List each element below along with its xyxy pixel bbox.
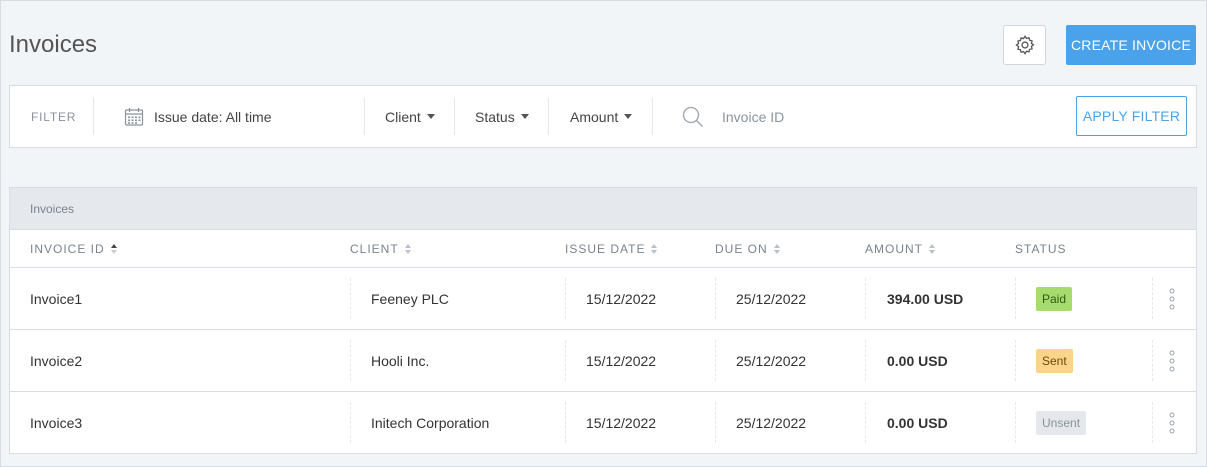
issue-date-cell: 15/12/2022 <box>586 352 657 369</box>
client-cell: Feeney PLC <box>371 290 449 307</box>
divider <box>565 278 566 319</box>
sort-icon <box>929 244 935 254</box>
sort-icon <box>773 244 780 254</box>
due-on-cell: 25/12/2022 <box>736 352 807 369</box>
divider <box>715 278 716 319</box>
status-badge: Unsent <box>1036 410 1087 435</box>
caret-down-icon <box>624 114 633 119</box>
page-header: Invoices CREATE INVOICE <box>9 23 1196 67</box>
invoices-table: Invoices INVOICE ID CLIENT ISSUE DATE DU… <box>9 187 1197 454</box>
status-dropdown-label: Status <box>475 108 515 125</box>
table-body: Invoice1 Feeney PLC 15/12/2022 25/12/202… <box>10 268 1196 454</box>
status-badge: Paid <box>1036 286 1073 311</box>
more-vertical-icon <box>1169 412 1175 433</box>
amount-dropdown-label: Amount <box>570 108 619 125</box>
more-vertical-icon <box>1169 350 1175 371</box>
calendar-icon <box>124 107 144 126</box>
table-row[interactable]: Invoice1 Feeney PLC 15/12/2022 25/12/202… <box>10 268 1196 330</box>
divider <box>865 340 866 381</box>
column-header-due-on[interactable]: DUE ON <box>715 230 780 268</box>
divider <box>565 340 566 381</box>
status-cell: Paid <box>1036 268 1073 329</box>
amount-cell: 0.00 USD <box>887 414 948 431</box>
column-header-issue-date[interactable]: ISSUE DATE <box>565 230 658 268</box>
divider <box>715 340 716 381</box>
row-menu-button[interactable] <box>1168 392 1176 453</box>
gear-icon <box>1014 35 1035 55</box>
divider <box>1152 402 1153 443</box>
amount-cell: 394.00 USD <box>887 290 964 307</box>
column-header-label: ISSUE DATE <box>565 242 646 256</box>
column-header-label: INVOICE ID <box>30 242 105 256</box>
due-on-cell: 25/12/2022 <box>736 414 807 431</box>
divider <box>1015 340 1016 381</box>
invoice-id-input[interactable] <box>722 103 1022 131</box>
more-vertical-icon <box>1169 288 1175 309</box>
divider <box>1152 340 1153 381</box>
issue-date-cell: 15/12/2022 <box>586 290 657 307</box>
divider <box>548 98 549 135</box>
column-header-client[interactable]: CLIENT <box>350 230 411 268</box>
divider <box>364 98 365 135</box>
issue-date-cell: 15/12/2022 <box>586 414 657 431</box>
column-header-amount[interactable]: AMOUNT <box>865 230 935 268</box>
table-row[interactable]: Invoice3 Initech Corporation 15/12/2022 … <box>10 392 1196 454</box>
invoice-id-cell: Invoice1 <box>30 290 83 307</box>
client-dropdown[interactable]: Client <box>385 86 435 147</box>
column-header-label: CLIENT <box>350 242 399 256</box>
invoice-id-cell: Invoice2 <box>30 352 83 369</box>
client-cell: Hooli Inc. <box>371 352 430 369</box>
sort-icon <box>110 244 117 254</box>
divider <box>865 402 866 443</box>
filter-bar: FILTER Issue date: All time Client Statu… <box>9 85 1197 148</box>
sort-icon <box>404 244 411 254</box>
client-dropdown-label: Client <box>385 108 421 125</box>
caret-down-icon <box>426 114 435 119</box>
status-badge: Sent <box>1036 348 1073 373</box>
divider <box>350 402 351 443</box>
divider <box>715 402 716 443</box>
row-menu-button[interactable] <box>1168 330 1176 391</box>
divider <box>652 98 653 135</box>
caret-down-icon <box>520 114 529 119</box>
divider <box>93 98 94 135</box>
amount-cell: 0.00 USD <box>887 352 948 369</box>
search-icon <box>682 106 703 127</box>
search-icon-wrap <box>682 86 704 147</box>
divider <box>454 98 455 135</box>
divider <box>565 402 566 443</box>
settings-button[interactable] <box>1003 25 1046 65</box>
divider <box>865 278 866 319</box>
column-header-label: STATUS <box>1015 242 1067 256</box>
column-header-status: STATUS <box>1015 230 1067 268</box>
status-cell: Sent <box>1036 330 1073 391</box>
row-menu-button[interactable] <box>1168 268 1176 329</box>
table-caption: Invoices <box>10 188 1196 230</box>
column-header-invoice-id[interactable]: INVOICE ID <box>30 230 117 268</box>
invoice-id-cell: Invoice3 <box>30 414 83 431</box>
filter-label: FILTER <box>31 109 77 124</box>
create-invoice-button[interactable]: CREATE INVOICE <box>1066 25 1196 65</box>
issue-date-label: Issue date: All time <box>154 108 272 125</box>
divider <box>350 340 351 381</box>
sort-icon <box>651 244 658 254</box>
apply-filter-button[interactable]: APPLY FILTER <box>1076 96 1187 136</box>
divider <box>1015 402 1016 443</box>
amount-dropdown[interactable]: Amount <box>570 86 633 147</box>
column-header-label: AMOUNT <box>865 242 923 256</box>
divider <box>350 278 351 319</box>
table-header: INVOICE ID CLIENT ISSUE DATE DUE ON AMOU… <box>10 230 1196 268</box>
status-dropdown[interactable]: Status <box>475 86 529 147</box>
due-on-cell: 25/12/2022 <box>736 290 807 307</box>
page-title: Invoices <box>9 31 98 58</box>
issue-date-filter[interactable]: Issue date: All time <box>124 86 272 147</box>
divider <box>1152 278 1153 319</box>
client-cell: Initech Corporation <box>371 414 490 431</box>
column-header-label: DUE ON <box>715 242 768 256</box>
divider <box>1015 278 1016 319</box>
status-cell: Unsent <box>1036 392 1087 453</box>
table-row[interactable]: Invoice2 Hooli Inc. 15/12/2022 25/12/202… <box>10 330 1196 392</box>
